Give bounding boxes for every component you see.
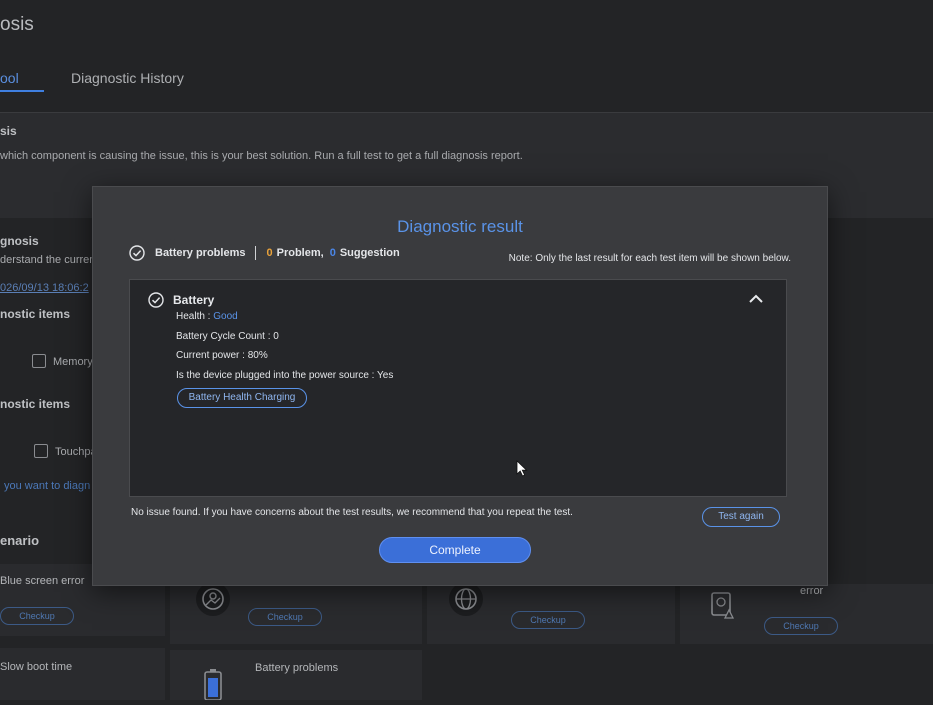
collapse-chevron[interactable]	[748, 292, 764, 310]
checkup-button[interactable]: Checkup	[511, 611, 585, 629]
diagnostic-items-heading-2: nostic items	[0, 397, 71, 411]
problem-label: Problem,	[276, 247, 324, 259]
full-test-description: which component is causing the issue, th…	[0, 150, 523, 162]
battery-section-header[interactable]: Battery	[148, 292, 214, 308]
suggestion-label: Suggestion	[339, 247, 400, 259]
tab-tool[interactable]: ool	[0, 70, 19, 86]
memory-checkbox-label: Memory	[53, 356, 93, 368]
scenario-card-title: error	[800, 585, 824, 597]
last-diagnosis-timestamp[interactable]: 026/09/13 18:06:2	[0, 282, 89, 294]
quick-diagnosis-heading: gnosis	[0, 234, 39, 248]
battery-section-title: Battery	[173, 293, 215, 307]
scenario-heading: enario	[0, 533, 40, 548]
current-power-row: Current power : 80%	[176, 350, 268, 361]
health-value: Good	[213, 311, 238, 322]
battery-health-charging-button[interactable]: Battery Health Charging	[177, 388, 307, 408]
result-summary: Battery problems 0 Problem, 0 Suggestion	[129, 243, 400, 263]
touchpad-checkbox[interactable]	[34, 444, 48, 458]
checkup-button[interactable]: Checkup	[0, 607, 74, 625]
complete-button[interactable]: Complete	[379, 537, 531, 563]
memory-checkbox[interactable]	[32, 354, 46, 368]
tab-diagnostic-history[interactable]: Diagnostic History	[71, 70, 184, 86]
summary-separator	[255, 246, 257, 260]
check-circle-icon	[148, 292, 164, 308]
health-label: Health :	[176, 311, 211, 322]
test-again-button[interactable]: Test again	[702, 507, 780, 527]
scenario-card-title: Blue screen error	[0, 575, 85, 587]
scenario-card-3: Checkup	[427, 582, 675, 644]
suggestion-count: 0	[329, 247, 336, 259]
active-tab-underline	[0, 90, 44, 92]
chevron-up-icon	[749, 294, 763, 303]
checkup-button[interactable]: Checkup	[248, 608, 322, 626]
mouse-cursor-icon	[516, 460, 528, 482]
no-issue-message: No issue found. If you have concerns abo…	[131, 507, 573, 518]
diagnose-link[interactable]: you want to diagn	[4, 480, 90, 492]
plugged-in-row: Is the device plugged into the power sou…	[176, 370, 394, 381]
drive-warning-icon	[704, 588, 738, 622]
problem-count: 0	[266, 247, 273, 259]
dialog-title: Diagnostic result	[397, 217, 523, 236]
cycle-count-row: Battery Cycle Count : 0	[176, 331, 279, 342]
check-circle-icon	[129, 245, 145, 261]
diagnostic-items-heading-1: nostic items	[0, 307, 71, 321]
battery-icon	[202, 668, 224, 705]
touchpad-checkbox-label: Touchpa	[55, 446, 97, 458]
scenario-card-slow-boot: Slow boot time	[0, 648, 165, 700]
full-test-heading: sis	[0, 124, 17, 138]
tab-bar: ool Diagnostic History	[0, 70, 933, 94]
health-row: Health : Good	[176, 311, 238, 322]
scenario-card-title: Slow boot time	[0, 661, 73, 673]
checkup-button[interactable]: Checkup	[764, 617, 838, 635]
scenario-card-battery: Battery problems	[170, 650, 422, 701]
scenario-card-2: Checkup	[170, 582, 422, 644]
last-result-note: Note: Only the last result for each test…	[508, 253, 791, 264]
battery-result-panel: Battery Health : Good Battery Cycle Coun…	[129, 279, 787, 497]
photo-icon	[196, 582, 230, 616]
globe-icon	[449, 582, 483, 616]
diagnostic-result-dialog: Diagnostic result Battery problems 0 Pro…	[92, 186, 828, 586]
scenario-card-error: error Checkup	[680, 584, 933, 644]
page-title: osis	[0, 14, 34, 35]
summary-category: Battery problems	[155, 247, 246, 259]
scenario-card-title: Battery problems	[255, 662, 339, 674]
